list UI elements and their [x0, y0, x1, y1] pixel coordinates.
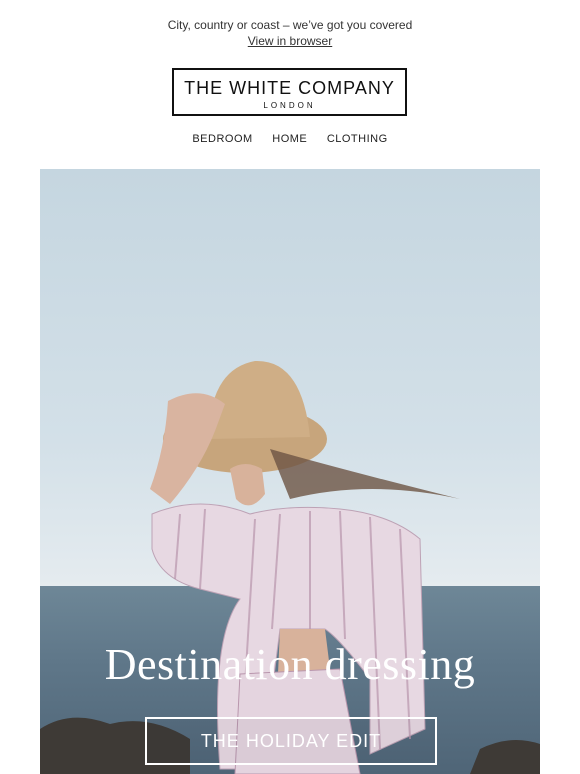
- brand-logo-sub: LONDON: [263, 101, 316, 110]
- face-icon: [230, 464, 265, 506]
- nav-item-bedroom[interactable]: BEDROOM: [192, 133, 252, 145]
- holiday-edit-button[interactable]: THE HOLIDAY EDIT: [145, 717, 437, 765]
- brand-logo[interactable]: THE WHITE COMPANY LONDON: [172, 68, 407, 116]
- preheader-tagline: City, country or coast – we’ve got you c…: [167, 18, 413, 32]
- main-nav: BEDROOM HOME CLOTHING: [0, 133, 580, 145]
- preheader: City, country or coast – we’ve got you c…: [0, 17, 580, 49]
- hat-crown-icon: [208, 360, 310, 439]
- view-in-browser-link[interactable]: View in browser: [0, 33, 580, 49]
- nav-item-clothing[interactable]: CLOTHING: [327, 133, 388, 145]
- hero-headline: Destination dressing: [104, 640, 476, 689]
- brand-logo-name: THE WHITE COMPANY: [184, 78, 395, 98]
- nav-item-home[interactable]: HOME: [272, 133, 307, 145]
